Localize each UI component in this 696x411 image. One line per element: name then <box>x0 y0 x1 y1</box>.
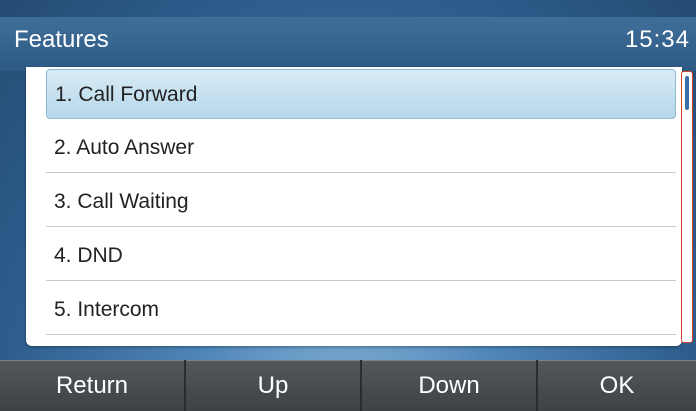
menu-item-call-waiting[interactable]: 3. Call Waiting <box>46 177 676 227</box>
return-button[interactable]: Return <box>0 360 184 411</box>
softkey-divider <box>360 360 362 411</box>
softkey-divider <box>184 360 186 411</box>
page-title: Features <box>14 26 109 53</box>
down-button[interactable]: Down <box>362 360 536 411</box>
phone-screen: Features 15:34 1. Call Forward 2. Auto A… <box>0 0 696 411</box>
softkey-bar: Return Up Down OK <box>0 360 696 411</box>
softkey-divider <box>536 360 538 411</box>
menu-item-intercom[interactable]: 5. Intercom <box>46 285 676 335</box>
features-menu: 1. Call Forward 2. Auto Answer 3. Call W… <box>26 67 682 346</box>
menu-item-call-forward[interactable]: 1. Call Forward <box>46 69 676 119</box>
clock: 15:34 <box>624 26 690 53</box>
scrollbar-thumb[interactable] <box>685 76 689 110</box>
ok-button[interactable]: OK <box>538 360 696 411</box>
menu-item-auto-answer[interactable]: 2. Auto Answer <box>46 123 676 173</box>
scrollbar[interactable] <box>681 71 693 343</box>
up-button[interactable]: Up <box>186 360 360 411</box>
menu-item-dnd[interactable]: 4. DND <box>46 231 676 281</box>
